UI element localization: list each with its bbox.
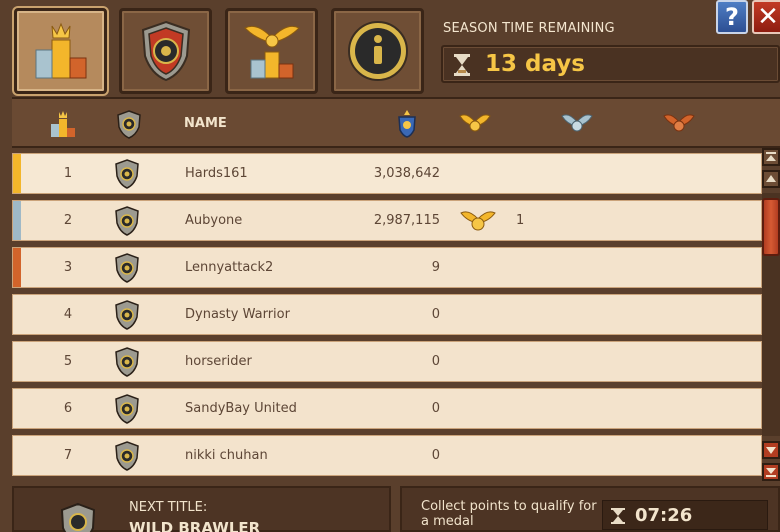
chevron-up-icon	[766, 175, 776, 182]
table-row[interactable]: 7 nikki chuhan 0	[12, 435, 762, 476]
tab-info[interactable]	[331, 8, 424, 94]
player-points: 0	[431, 448, 440, 463]
next-title-label: NEXT TITLE:	[129, 500, 208, 515]
tab-medals[interactable]	[225, 8, 318, 94]
winged-podium-icon	[243, 25, 300, 79]
gold-medal-count: 1	[516, 213, 525, 228]
silver-wings-icon	[561, 114, 593, 132]
close-button[interactable]: ✕	[752, 0, 780, 34]
rank-number: 4	[63, 307, 73, 322]
table-row[interactable]: 5 horserider 0	[12, 341, 762, 382]
scrollbar[interactable]	[762, 145, 780, 490]
tab-bar	[0, 0, 440, 96]
scroll-thumb[interactable]	[762, 198, 780, 256]
title-shield-icon	[60, 502, 96, 532]
double-chevron-down-icon	[766, 468, 776, 477]
column-header-name: NAME	[184, 116, 227, 131]
hourglass-icon	[611, 508, 625, 524]
next-title-value: WILD BRAWLER	[129, 519, 261, 532]
podium-crown-icon	[35, 22, 86, 79]
shield-icon	[115, 159, 139, 189]
shield-icon	[115, 300, 139, 330]
gold-wings-icon	[460, 211, 496, 231]
player-name[interactable]: Aubyone	[185, 213, 242, 228]
player-points: 2,987,115	[373, 213, 440, 228]
table-row[interactable]: 3 Lennyattack2 9	[12, 247, 762, 288]
player-points: 0	[431, 307, 440, 322]
player-name[interactable]: Hards161	[185, 166, 248, 181]
player-points: 3,038,642	[373, 166, 440, 181]
player-name[interactable]: Lennyattack2	[185, 260, 273, 275]
rank-number: 6	[63, 401, 73, 416]
player-name[interactable]: nikki chuhan	[185, 448, 268, 463]
rank-number: 3	[63, 260, 73, 275]
rank-number: 5	[63, 354, 73, 369]
collect-points-text: Collect points to qualify for a medal	[421, 499, 597, 529]
shield-icon	[115, 394, 139, 424]
info-icon	[347, 21, 408, 81]
medal-qualify-panel: Collect points to qualify for a medal 07…	[400, 486, 780, 532]
rank-number: 1	[63, 166, 73, 181]
chevron-down-icon	[766, 447, 776, 454]
rank-number: 7	[63, 448, 73, 463]
double-chevron-up-icon	[766, 152, 776, 161]
medal-timer-box: 07:26	[602, 500, 768, 530]
player-name[interactable]: SandyBay United	[185, 401, 297, 416]
player-points: 0	[431, 401, 440, 416]
medal-timer-value: 07:26	[635, 505, 693, 526]
rank-accent-bar	[13, 248, 21, 287]
scroll-down-button[interactable]	[762, 441, 780, 459]
table-row[interactable]: 2 Aubyone 2,987,115 1	[12, 200, 762, 241]
table-header: NAME	[12, 97, 780, 148]
player-name[interactable]: horserider	[185, 354, 252, 369]
table-row[interactable]: 6 SandyBay United 0	[12, 388, 762, 429]
tab-guild[interactable]	[119, 8, 212, 94]
rank-accent-bar	[13, 201, 21, 240]
shield-icon	[115, 253, 139, 283]
season-time-value: 13 days	[485, 51, 585, 77]
gold-wings-icon	[459, 114, 491, 132]
season-time-label: SEASON TIME REMAINING	[443, 21, 615, 36]
help-button[interactable]: ?	[716, 0, 748, 34]
bronze-wings-icon	[663, 114, 695, 132]
tab-ranking[interactable]	[14, 8, 107, 94]
scroll-to-bottom-button[interactable]	[762, 463, 780, 481]
rank-accent-bar	[13, 154, 21, 193]
hourglass-icon	[454, 54, 470, 76]
table-row[interactable]: 1 Hards161 3,038,642	[12, 153, 762, 194]
player-points: 9	[431, 260, 440, 275]
podium-crown-icon	[51, 111, 75, 137]
player-name[interactable]: Dynasty Warrior	[185, 307, 290, 322]
shield-icon	[115, 206, 139, 236]
table-row[interactable]: 4 Dynasty Warrior 0	[12, 294, 762, 335]
scroll-to-top-button[interactable]	[762, 148, 780, 166]
next-title-panel: NEXT TITLE: WILD BRAWLER	[12, 486, 391, 532]
rank-number: 2	[63, 213, 73, 228]
scroll-up-button[interactable]	[762, 170, 780, 188]
shield-crest-icon	[141, 20, 190, 82]
player-points: 0	[431, 354, 440, 369]
trophy-points-icon	[398, 110, 416, 138]
season-time-box: 13 days	[441, 45, 780, 83]
shield-icon	[115, 441, 139, 471]
shield-icon	[115, 347, 139, 377]
shield-icon	[117, 110, 141, 139]
